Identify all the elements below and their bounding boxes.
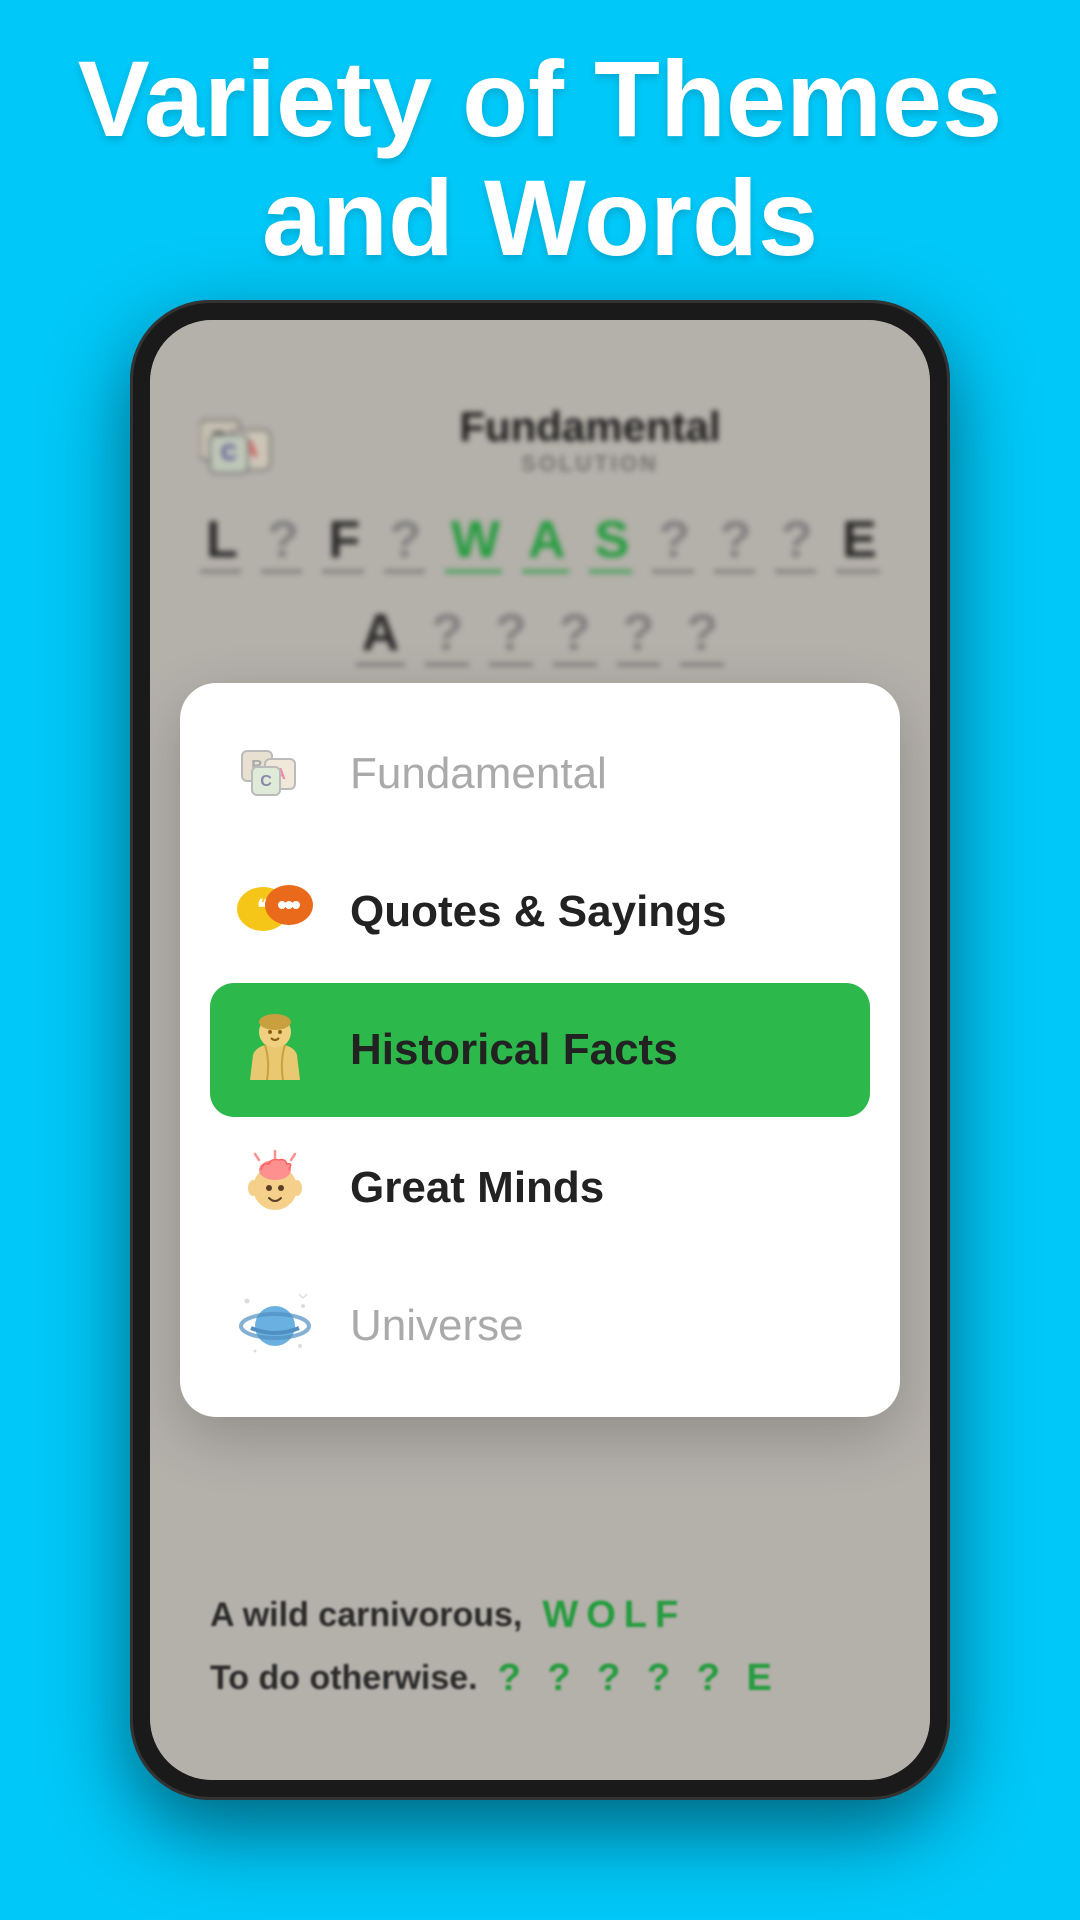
historical-icon bbox=[230, 1005, 320, 1095]
theme-item-universe[interactable]: Universe bbox=[210, 1259, 870, 1393]
great-minds-label: Great Minds bbox=[350, 1163, 604, 1213]
universe-label: Universe bbox=[350, 1301, 524, 1351]
theme-item-historical[interactable]: Historical Facts bbox=[210, 983, 870, 1117]
fundamental-label: Fundamental bbox=[350, 749, 607, 799]
theme-item-quotes[interactable]: ❝ Quotes & Sayings bbox=[210, 845, 870, 979]
svg-text:C: C bbox=[260, 773, 272, 790]
phone-screen: B A C Fundamental SOLUTION L ? F ? W A bbox=[150, 320, 930, 1780]
quotes-label: Quotes & Sayings bbox=[350, 887, 727, 937]
page-header: Variety of Themes and Words bbox=[0, 40, 1080, 278]
theme-item-great-minds[interactable]: Great Minds bbox=[210, 1121, 870, 1255]
theme-selection-modal: B A C Fundamental bbox=[180, 683, 900, 1417]
great-minds-icon bbox=[230, 1143, 320, 1233]
theme-item-fundamental[interactable]: B A C Fundamental bbox=[210, 707, 870, 841]
fundamental-icon: B A C bbox=[230, 729, 320, 819]
historical-label: Historical Facts bbox=[350, 1025, 678, 1075]
modal-overlay: B A C Fundamental bbox=[150, 320, 930, 1780]
universe-icon bbox=[230, 1281, 320, 1371]
quotes-icon: ❝ bbox=[230, 867, 320, 957]
header-title-text: Variety of Themes and Words bbox=[78, 38, 1002, 278]
phone-frame: B A C Fundamental SOLUTION L ? F ? W A bbox=[130, 300, 950, 1800]
